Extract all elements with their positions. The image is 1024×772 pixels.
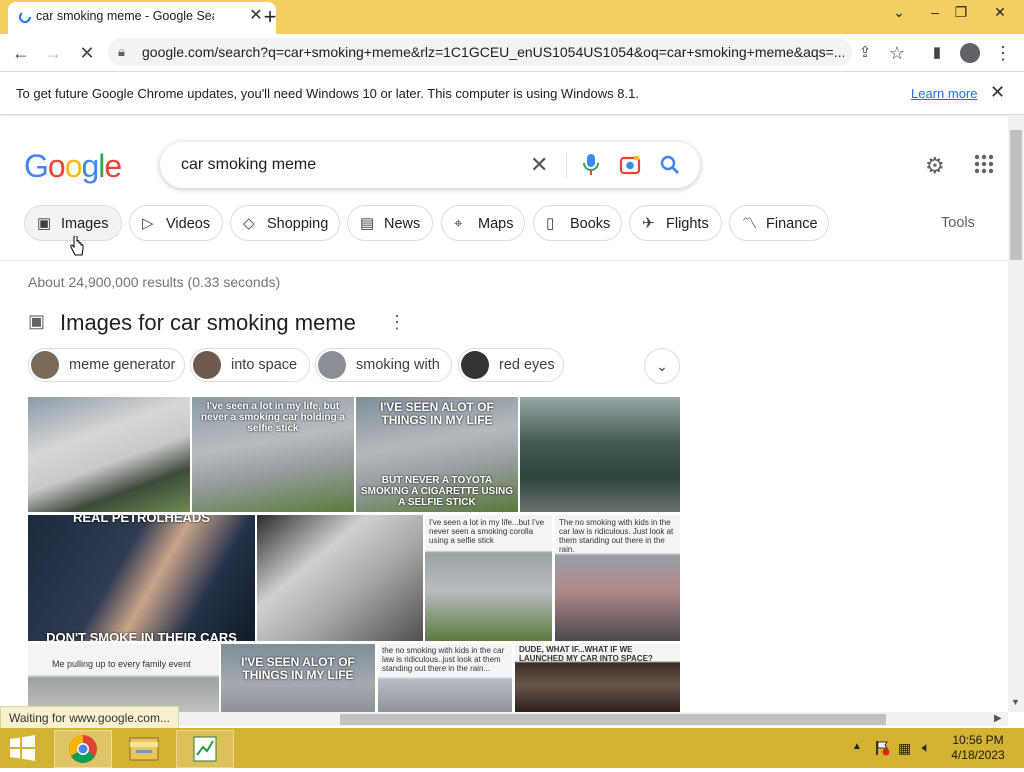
- share-icon[interactable]: ⇪: [852, 40, 878, 66]
- vertical-scroll-thumb[interactable]: [1010, 130, 1022, 260]
- loading-icon: [18, 10, 32, 24]
- tab-videos[interactable]: ▷ Videos: [129, 205, 223, 241]
- chart-icon: 〽: [742, 215, 758, 232]
- image-result[interactable]: REAL PETROLHEADS DON'T SMOKE IN THEIR CA…: [28, 515, 255, 641]
- images-section-title[interactable]: Images for car smoking meme: [60, 310, 356, 336]
- chip-thumbnail: [31, 351, 59, 379]
- image-icon: ▣: [37, 215, 52, 232]
- image-icon: ▣: [28, 311, 46, 331]
- google-logo[interactable]: Google: [24, 148, 122, 185]
- related-chip[interactable]: meme generator: [28, 348, 185, 382]
- image-result[interactable]: Me pulling up to every family event: [28, 644, 219, 712]
- search-divider: [566, 152, 567, 178]
- tab-shopping[interactable]: ◇ Shopping: [230, 205, 340, 241]
- camera-lens-icon[interactable]: [619, 154, 641, 176]
- horizontal-scroll-thumb[interactable]: [340, 714, 886, 725]
- network-icon[interactable]: ▦: [898, 740, 911, 757]
- chevron-down-icon[interactable]: ⌄: [644, 348, 680, 384]
- tab-maps[interactable]: ⌖ Maps: [441, 205, 525, 241]
- search-input[interactable]: car smoking meme: [181, 156, 316, 174]
- learn-more-link[interactable]: Learn more: [911, 86, 977, 101]
- results-count: About 24,900,000 results (0.33 seconds): [28, 274, 281, 290]
- chrome-taskbar-icon[interactable]: [54, 730, 112, 768]
- header-divider: [0, 260, 1008, 261]
- related-chip[interactable]: red eyes: [458, 348, 564, 382]
- news-icon: ▤: [360, 215, 375, 232]
- scroll-down-icon[interactable]: ▼: [1011, 697, 1020, 707]
- more-options-icon[interactable]: ⋮: [388, 312, 406, 333]
- play-icon: ▷: [142, 215, 154, 232]
- clock-date: 4/18/2023: [951, 748, 1005, 762]
- chip-thumbnail: [318, 351, 346, 379]
- image-result[interactable]: I've seen a lot in my life...but I've ne…: [425, 515, 552, 641]
- taskbar-clock[interactable]: 10:56 PM 4/18/2023: [940, 733, 1016, 763]
- tab-finance[interactable]: 〽 Finance: [729, 205, 829, 241]
- side-panel-icon[interactable]: ▮: [924, 40, 950, 66]
- windows-start-icon[interactable]: [8, 734, 38, 762]
- mouse-pointer-icon: [70, 234, 84, 258]
- apps-grid-icon[interactable]: [974, 154, 994, 174]
- volume-icon[interactable]: 🔈︎: [922, 739, 930, 756]
- image-result[interactable]: the no smoking with kids in the car law …: [378, 644, 512, 712]
- chip-thumbnail: [461, 351, 489, 379]
- status-bubble: Waiting for www.google.com...: [0, 706, 179, 730]
- image-result[interactable]: I've seen a lot in my life, but never a …: [192, 397, 354, 512]
- tools-button[interactable]: Tools: [941, 215, 975, 231]
- image-result[interactable]: DUDE, WHAT IF...WHAT IF WE LAUNCHED MY C…: [515, 644, 680, 712]
- spreadsheet-app-icon[interactable]: [176, 730, 234, 768]
- action-center-flag-icon[interactable]: [874, 740, 890, 756]
- image-result[interactable]: [28, 397, 190, 512]
- infobar-close-icon[interactable]: ✕: [990, 82, 1005, 103]
- url-text[interactable]: google.com/search?q=car+smoking+meme&rlz…: [142, 44, 844, 60]
- tab-news[interactable]: ▤ News: [347, 205, 433, 241]
- forward-button[interactable]: →: [40, 40, 66, 66]
- image-result[interactable]: [520, 397, 680, 512]
- image-result[interactable]: I'VE SEEN ALOT OF THINGS IN MY LIFE BUT …: [356, 397, 518, 512]
- pin-icon: ⌖: [454, 215, 463, 232]
- tab-books[interactable]: ▯ Books: [533, 205, 622, 241]
- microphone-icon[interactable]: [582, 153, 600, 177]
- menu-kebab-icon[interactable]: ⋮: [990, 40, 1016, 66]
- gear-icon[interactable]: ⚙: [925, 153, 945, 179]
- image-result[interactable]: [257, 515, 423, 641]
- plane-icon: ✈: [642, 215, 655, 232]
- stop-button[interactable]: ✕: [74, 40, 100, 66]
- lock-icon[interactable]: 🔒︎: [118, 44, 125, 60]
- clear-search-icon[interactable]: ✕: [530, 152, 548, 178]
- profile-avatar-icon[interactable]: [960, 43, 980, 63]
- back-button[interactable]: ←: [8, 40, 34, 66]
- tag-icon: ◇: [243, 215, 255, 232]
- related-chip[interactable]: smoking with: [315, 348, 452, 382]
- clock-time: 10:56 PM: [952, 733, 1004, 747]
- image-result[interactable]: The no smoking with kids in the car law …: [555, 515, 680, 641]
- infobar-text: To get future Google Chrome updates, you…: [16, 86, 639, 101]
- restore-button[interactable]: ❐: [944, 0, 978, 26]
- show-hidden-icons-icon[interactable]: ▲: [852, 741, 862, 752]
- search-icon[interactable]: [659, 154, 681, 176]
- chip-thumbnail: [193, 351, 221, 379]
- close-window-button[interactable]: ✕: [980, 0, 1020, 26]
- image-result[interactable]: I'VE SEEN ALOT OF THINGS IN MY LIFE: [221, 644, 375, 712]
- tab-flights[interactable]: ✈ Flights: [629, 205, 722, 241]
- tab-title: car smoking meme - Google Sea: [36, 9, 214, 23]
- file-explorer-icon[interactable]: [116, 730, 172, 766]
- book-icon: ▯: [546, 215, 555, 232]
- tab-search-icon[interactable]: ⌄: [882, 0, 916, 26]
- related-chip[interactable]: into space: [190, 348, 310, 382]
- bookmark-star-icon[interactable]: ☆: [884, 40, 910, 66]
- scroll-right-icon[interactable]: ▶: [994, 713, 1002, 724]
- new-tab-button[interactable]: +: [256, 3, 284, 31]
